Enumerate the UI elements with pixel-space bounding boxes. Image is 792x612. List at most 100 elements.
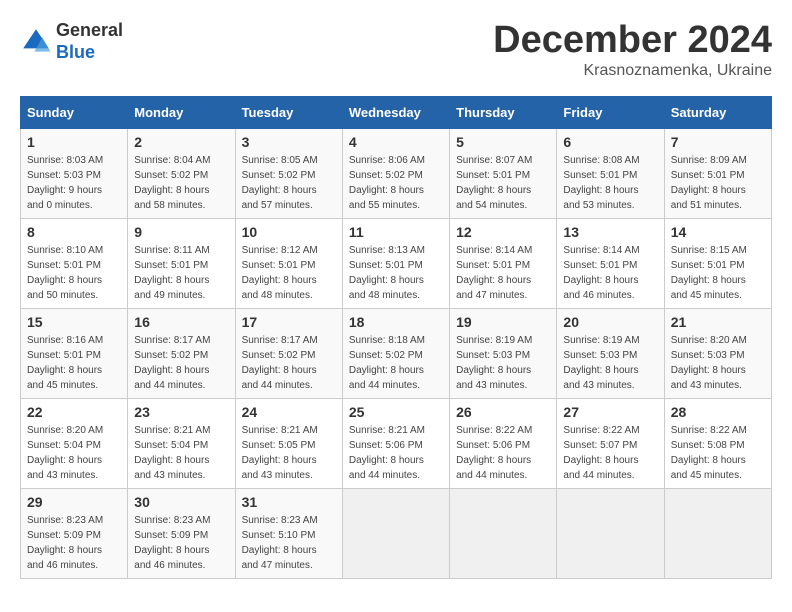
calendar-cell: 15Sunrise: 8:16 AMSunset: 5:01 PMDayligh… (21, 308, 128, 398)
calendar-cell: 25 Sunrise: 8:21 AMSunset: 5:06 PMDayligh… (342, 398, 449, 488)
day-number: 7 (671, 134, 765, 150)
header: General Blue December 2024 Krasnoznamenk… (20, 20, 772, 80)
calendar-cell: 26 Sunrise: 8:22 AMSunset: 5:06 PMDayligh… (450, 398, 557, 488)
calendar-week-row: 22Sunrise: 8:20 AMSunset: 5:04 PMDayligh… (21, 398, 772, 488)
day-number: 31 (242, 494, 336, 510)
day-number: 25 (349, 404, 443, 420)
calendar-cell: 2Sunrise: 8:04 AMSunset: 5:02 PMDaylight… (128, 128, 235, 218)
calendar-cell (664, 488, 771, 578)
calendar-cell: 21 Sunrise: 8:20 AMSunset: 5:03 PMDayligh… (664, 308, 771, 398)
calendar-table: SundayMondayTuesdayWednesdayThursdayFrid… (20, 96, 772, 579)
calendar-cell: 13Sunrise: 8:14 AMSunset: 5:01 PMDayligh… (557, 218, 664, 308)
day-number: 29 (27, 494, 121, 510)
day-number: 28 (671, 404, 765, 420)
day-number: 21 (671, 314, 765, 330)
day-number: 22 (27, 404, 121, 420)
logo-text: General Blue (56, 20, 123, 63)
calendar-week-row: 1 Sunrise: 8:03 AMSunset: 5:03 PMDaylight… (21, 128, 772, 218)
day-info: Sunrise: 8:17 AMSunset: 5:02 PMDaylight:… (242, 333, 336, 393)
title-block: December 2024 Krasnoznamenka, Ukraine (493, 20, 772, 80)
day-info: Sunrise: 8:11 AMSunset: 5:01 PMDaylight:… (134, 243, 228, 303)
day-number: 30 (134, 494, 228, 510)
day-info: Sunrise: 8:04 AMSunset: 5:02 PMDaylight:… (134, 153, 228, 213)
day-info: Sunrise: 8:17 AMSunset: 5:02 PMDaylight:… (134, 333, 228, 393)
calendar-week-row: 15Sunrise: 8:16 AMSunset: 5:01 PMDayligh… (21, 308, 772, 398)
calendar-cell: 16 Sunrise: 8:17 AMSunset: 5:02 PMDayligh… (128, 308, 235, 398)
calendar-cell: 9Sunrise: 8:11 AMSunset: 5:01 PMDaylight… (128, 218, 235, 308)
day-number: 26 (456, 404, 550, 420)
day-number: 14 (671, 224, 765, 240)
day-number: 11 (349, 224, 443, 240)
day-number: 12 (456, 224, 550, 240)
month-title: December 2024 (493, 20, 772, 62)
day-info: Sunrise: 8:22 AMSunset: 5:06 PMDaylight:… (456, 423, 550, 483)
calendar-cell: 22Sunrise: 8:20 AMSunset: 5:04 PMDayligh… (21, 398, 128, 488)
day-number: 3 (242, 134, 336, 150)
calendar-cell: 4Sunrise: 8:06 AMSunset: 5:02 PMDaylight… (342, 128, 449, 218)
calendar-cell: 10 Sunrise: 8:12 AMSunset: 5:01 PMDayligh… (235, 218, 342, 308)
calendar-week-row: 8Sunrise: 8:10 AMSunset: 5:01 PMDaylight… (21, 218, 772, 308)
calendar-cell: 3 Sunrise: 8:05 AMSunset: 5:02 PMDaylight… (235, 128, 342, 218)
day-info: Sunrise: 8:03 AMSunset: 5:03 PMDaylight:… (27, 153, 121, 213)
day-info: Sunrise: 8:21 AMSunset: 5:04 PMDaylight:… (134, 423, 228, 483)
day-info: Sunrise: 8:19 AMSunset: 5:03 PMDaylight:… (456, 333, 550, 393)
calendar-cell: 23Sunrise: 8:21 AMSunset: 5:04 PMDayligh… (128, 398, 235, 488)
calendar-cell (342, 488, 449, 578)
calendar-cell (557, 488, 664, 578)
day-info: Sunrise: 8:16 AMSunset: 5:01 PMDaylight:… (27, 333, 121, 393)
day-number: 16 (134, 314, 228, 330)
weekday-header-friday: Friday (557, 96, 664, 128)
day-number: 18 (349, 314, 443, 330)
day-number: 17 (242, 314, 336, 330)
day-info: Sunrise: 8:22 AMSunset: 5:08 PMDaylight:… (671, 423, 765, 483)
calendar-cell: 31 Sunrise: 8:23 AMSunset: 5:10 PMDayligh… (235, 488, 342, 578)
calendar-cell: 7 Sunrise: 8:09 AMSunset: 5:01 PMDaylight… (664, 128, 771, 218)
weekday-header-saturday: Saturday (664, 96, 771, 128)
logo: General Blue (20, 20, 123, 63)
day-number: 24 (242, 404, 336, 420)
calendar-cell: 6Sunrise: 8:08 AMSunset: 5:01 PMDaylight… (557, 128, 664, 218)
day-number: 13 (563, 224, 657, 240)
day-info: Sunrise: 8:05 AMSunset: 5:02 PMDaylight:… (242, 153, 336, 213)
day-info: Sunrise: 8:23 AMSunset: 5:09 PMDaylight:… (27, 513, 121, 573)
day-info: Sunrise: 8:09 AMSunset: 5:01 PMDaylight:… (671, 153, 765, 213)
calendar-cell: 24 Sunrise: 8:21 AMSunset: 5:05 PMDayligh… (235, 398, 342, 488)
day-info: Sunrise: 8:12 AMSunset: 5:01 PMDaylight:… (242, 243, 336, 303)
day-info: Sunrise: 8:14 AMSunset: 5:01 PMDaylight:… (456, 243, 550, 303)
calendar-cell: 1 Sunrise: 8:03 AMSunset: 5:03 PMDaylight… (21, 128, 128, 218)
logo-icon (20, 26, 52, 58)
calendar-cell: 18 Sunrise: 8:18 AMSunset: 5:02 PMDayligh… (342, 308, 449, 398)
day-info: Sunrise: 8:10 AMSunset: 5:01 PMDaylight:… (27, 243, 121, 303)
day-info: Sunrise: 8:13 AMSunset: 5:01 PMDaylight:… (349, 243, 443, 303)
day-number: 19 (456, 314, 550, 330)
day-info: Sunrise: 8:06 AMSunset: 5:02 PMDaylight:… (349, 153, 443, 213)
day-info: Sunrise: 8:23 AMSunset: 5:09 PMDaylight:… (134, 513, 228, 573)
calendar-cell: 29 Sunrise: 8:23 AMSunset: 5:09 PMDayligh… (21, 488, 128, 578)
calendar-cell: 17 Sunrise: 8:17 AMSunset: 5:02 PMDayligh… (235, 308, 342, 398)
day-info: Sunrise: 8:07 AMSunset: 5:01 PMDaylight:… (456, 153, 550, 213)
day-number: 10 (242, 224, 336, 240)
calendar-cell: 28 Sunrise: 8:22 AMSunset: 5:08 PMDayligh… (664, 398, 771, 488)
calendar-week-row: 29 Sunrise: 8:23 AMSunset: 5:09 PMDayligh… (21, 488, 772, 578)
day-number: 5 (456, 134, 550, 150)
day-info: Sunrise: 8:19 AMSunset: 5:03 PMDaylight:… (563, 333, 657, 393)
calendar-cell: 20Sunrise: 8:19 AMSunset: 5:03 PMDayligh… (557, 308, 664, 398)
day-info: Sunrise: 8:21 AMSunset: 5:06 PMDaylight:… (349, 423, 443, 483)
day-number: 6 (563, 134, 657, 150)
weekday-header-wednesday: Wednesday (342, 96, 449, 128)
calendar-cell: 12 Sunrise: 8:14 AMSunset: 5:01 PMDayligh… (450, 218, 557, 308)
calendar-cell: 30 Sunrise: 8:23 AMSunset: 5:09 PMDayligh… (128, 488, 235, 578)
day-info: Sunrise: 8:15 AMSunset: 5:01 PMDaylight:… (671, 243, 765, 303)
day-info: Sunrise: 8:18 AMSunset: 5:02 PMDaylight:… (349, 333, 443, 393)
calendar-cell: 14 Sunrise: 8:15 AMSunset: 5:01 PMDayligh… (664, 218, 771, 308)
calendar-cell: 8Sunrise: 8:10 AMSunset: 5:01 PMDaylight… (21, 218, 128, 308)
day-number: 1 (27, 134, 121, 150)
day-info: Sunrise: 8:21 AMSunset: 5:05 PMDaylight:… (242, 423, 336, 483)
calendar-cell: 19 Sunrise: 8:19 AMSunset: 5:03 PMDayligh… (450, 308, 557, 398)
calendar-cell: 5 Sunrise: 8:07 AMSunset: 5:01 PMDaylight… (450, 128, 557, 218)
day-info: Sunrise: 8:23 AMSunset: 5:10 PMDaylight:… (242, 513, 336, 573)
day-info: Sunrise: 8:20 AMSunset: 5:03 PMDaylight:… (671, 333, 765, 393)
weekday-header-thursday: Thursday (450, 96, 557, 128)
page-container: General Blue December 2024 Krasnoznamenk… (20, 20, 772, 579)
calendar-cell (450, 488, 557, 578)
